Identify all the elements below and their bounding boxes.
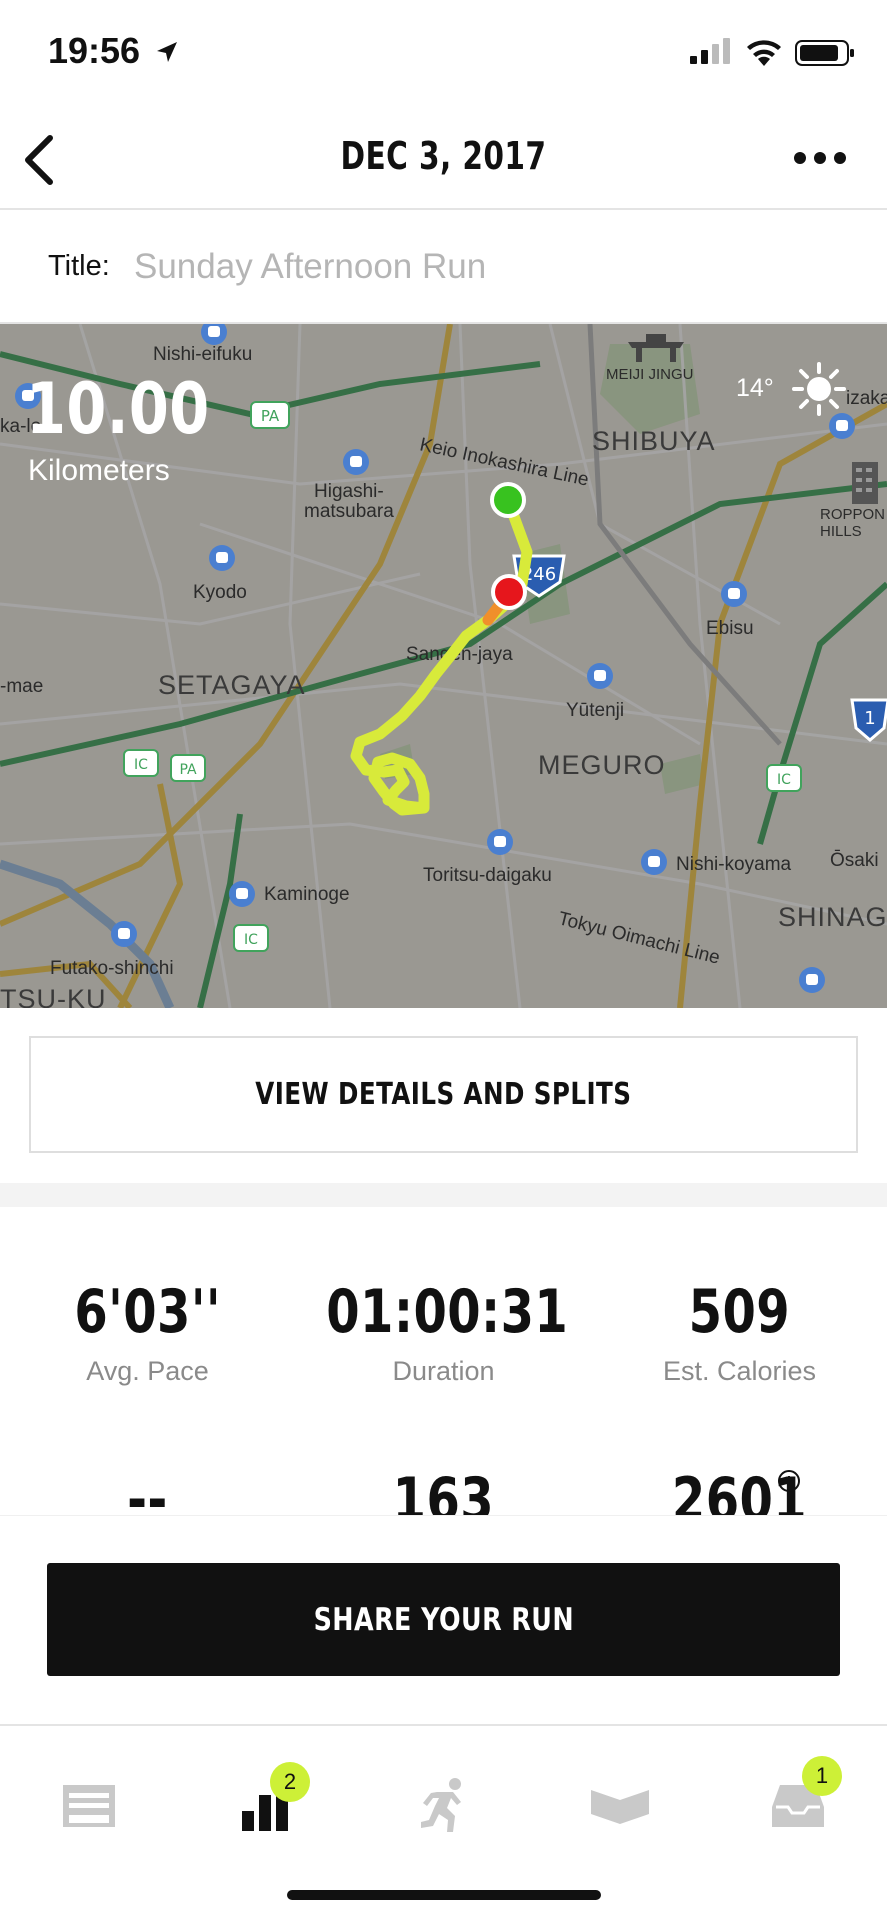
route-start-marker <box>490 482 526 518</box>
status-time: 19:56 <box>48 30 141 71</box>
tab-coach[interactable] <box>560 1766 680 1846</box>
stat-label: Est. Calories <box>662 1356 817 1386</box>
tab-activity[interactable]: 2 <box>206 1762 326 1846</box>
route-map[interactable]: Nishi-eifuku MEIJI JINGU SHIBUYA Keio In… <box>0 324 887 1008</box>
stat-avg-pace: 6'03'' Avg. Pace <box>0 1282 295 1387</box>
view-details-button[interactable]: VIEW DETAILS AND SPLITS <box>29 1036 858 1153</box>
stat-label: Duration <box>392 1356 495 1386</box>
feed-icon <box>63 1785 115 1827</box>
inbox-badge: 1 <box>802 1756 842 1796</box>
back-button[interactable] <box>16 132 66 188</box>
coach-book-icon <box>591 1790 649 1824</box>
stat-value: 01:00:31 <box>326 1277 569 1347</box>
more-dots-icon <box>794 152 846 164</box>
battery-icon <box>795 40 854 66</box>
stat-value: 509 <box>688 1277 791 1347</box>
runner-icon <box>421 1778 461 1832</box>
tab-run[interactable] <box>383 1766 503 1846</box>
home-indicator[interactable] <box>287 1890 601 1900</box>
section-divider <box>0 1183 887 1207</box>
status-bar: 19:56 <box>0 0 887 110</box>
title-label: Title: <box>48 250 110 282</box>
info-plus-icon[interactable] <box>776 1468 802 1494</box>
share-run-label: SHARE YOUR RUN <box>313 1601 574 1638</box>
weather-temperature: 14° <box>736 374 774 402</box>
wifi-icon <box>747 40 781 66</box>
route-end-marker <box>491 574 527 610</box>
run-title-row: Title: <box>0 212 887 324</box>
stat-calories: 509 Est. Calories <box>592 1282 887 1387</box>
tab-inbox[interactable]: 1 <box>738 1756 858 1846</box>
distance-unit: Kilometers <box>28 454 170 487</box>
more-options-button[interactable] <box>790 138 850 178</box>
page-title: DEC 3, 2017 <box>340 134 547 178</box>
stat-label: Avg. Pace <box>86 1356 209 1386</box>
distance-value: 10.00 <box>26 368 210 450</box>
cellular-signal-icon <box>690 38 730 64</box>
share-run-button[interactable]: SHARE YOUR RUN <box>47 1563 840 1676</box>
stat-duration: 01:00:31 Duration <box>296 1282 591 1387</box>
stat-value: 6'03'' <box>74 1277 221 1347</box>
sun-icon <box>792 362 846 416</box>
activity-badge: 2 <box>270 1762 310 1802</box>
tab-feed[interactable] <box>29 1766 149 1846</box>
chevron-left-icon <box>25 135 53 185</box>
run-title-input[interactable] <box>134 232 834 302</box>
location-arrow-icon <box>157 42 177 62</box>
view-details-label: VIEW DETAILS AND SPLITS <box>255 1077 632 1112</box>
nav-header: DEC 3, 2017 <box>0 110 887 210</box>
